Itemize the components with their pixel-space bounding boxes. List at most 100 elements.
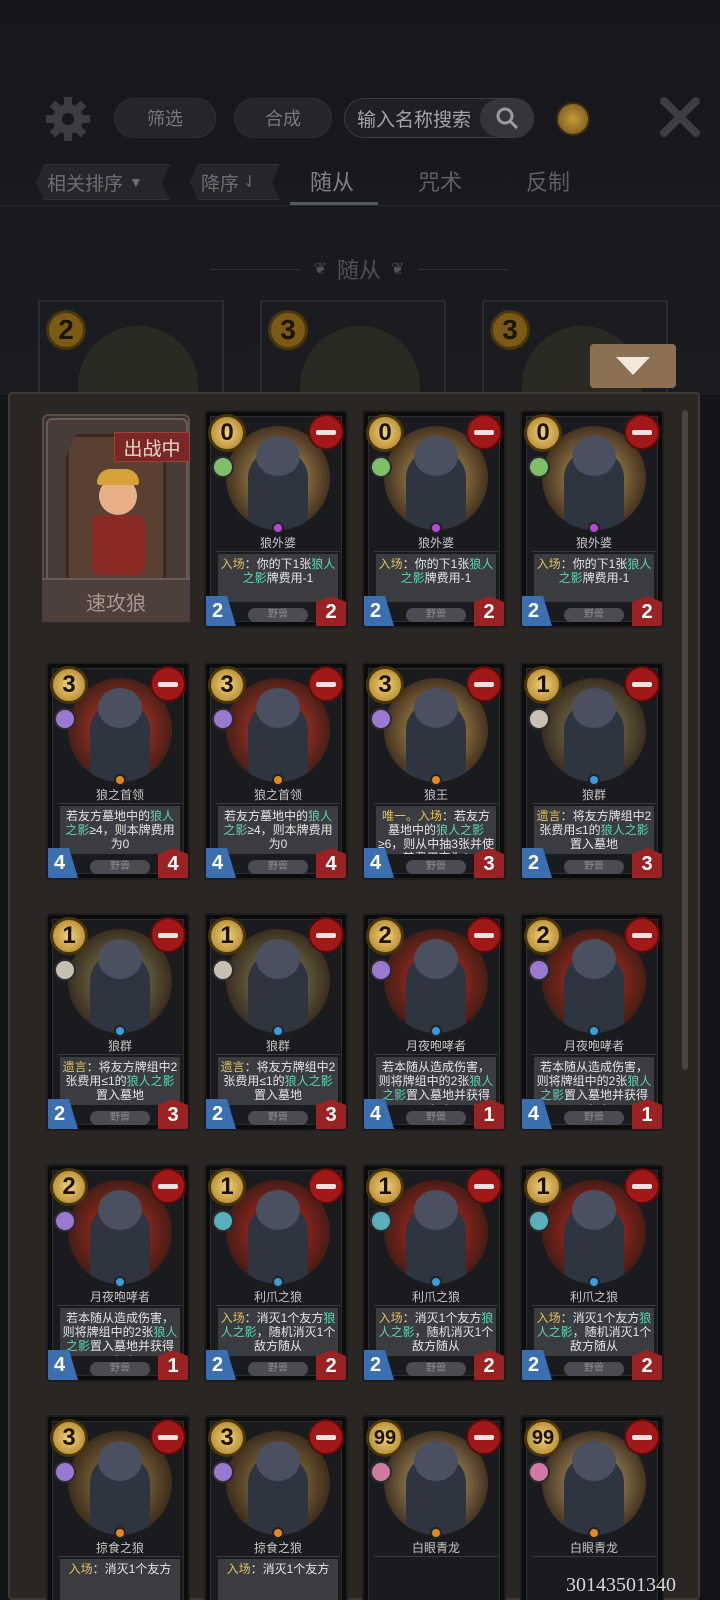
card-type-icon xyxy=(370,1461,392,1483)
rarity-gem xyxy=(272,1025,284,1037)
minion-card[interactable]: 1 狼群 遗言：将友方牌组中2张费用≤1的狼人之影置入墓地 野兽 2 3 xyxy=(520,662,664,880)
remove-card-button[interactable] xyxy=(466,1419,502,1455)
background-card[interactable]: 2 xyxy=(38,300,224,395)
card-name: 月夜咆哮者 xyxy=(58,1288,182,1306)
tab-spells[interactable]: 咒术 xyxy=(418,165,462,201)
health-stat: 1 xyxy=(632,1099,662,1129)
creature-head xyxy=(572,1441,616,1481)
close-icon[interactable] xyxy=(658,95,702,139)
minion-card[interactable]: 3 狼之首领 若友方墓地中的狼人之影≥4，则本牌费用为0 野兽 4 4 xyxy=(46,662,190,880)
collapse-deck-button[interactable] xyxy=(590,344,676,388)
card-description: 入场：消灭1个友方 xyxy=(60,1559,180,1600)
creature-head xyxy=(414,436,458,476)
minus-icon xyxy=(474,1434,494,1440)
card-type-icon xyxy=(212,1210,234,1232)
footer-code: 30143501340 xyxy=(566,1574,676,1596)
creature-head xyxy=(414,688,458,728)
remove-card-button[interactable] xyxy=(624,414,660,450)
minion-card[interactable]: 0 狼外婆 入场：你的下1张狼人之影牌费用-1 野兽 2 2 xyxy=(520,410,664,628)
minus-icon xyxy=(316,429,336,435)
active-deck[interactable]: 出战中 速攻狼 xyxy=(42,414,190,622)
gear-icon[interactable] xyxy=(44,95,92,143)
tab-divider xyxy=(0,205,720,206)
minion-card[interactable]: 99白眼青龙野兽 xyxy=(362,1415,506,1600)
card-cost: 3 xyxy=(208,666,246,704)
relevance-sort-dropdown[interactable]: 相关排序 ▼ xyxy=(36,164,170,200)
search-placeholder: 输入名称搜索 xyxy=(357,109,472,131)
minion-card[interactable]: 2 月夜咆哮者若本随从造成伤害，则将牌组中的2张狼人之影置入墓地并获得+1+1 野兽… xyxy=(520,913,664,1131)
currency-icon[interactable] xyxy=(556,102,590,136)
card-tribe-tag: 野兽 xyxy=(90,860,150,874)
rarity-gem xyxy=(272,522,284,534)
minion-card[interactable]: 2 月夜咆哮者若本随从造成伤害，则将牌组中的2张狼人之影置入墓地并获得+1+1 野兽… xyxy=(362,913,506,1131)
remove-card-button[interactable] xyxy=(624,1168,660,1204)
minion-card[interactable]: 1 狼群 遗言：将友方牌组中2张费用≤1的狼人之影置入墓地 野兽 2 3 xyxy=(204,913,348,1131)
card-tribe-tag: 野兽 xyxy=(564,608,624,622)
minion-card[interactable]: 1 狼群 遗言：将友方牌组中2张费用≤1的狼人之影置入墓地 野兽 2 3 xyxy=(46,913,190,1131)
chevron-down-icon: ▼ xyxy=(129,174,143,190)
craft-button[interactable]: 合成 xyxy=(234,98,332,138)
card-type-icon xyxy=(212,708,234,730)
remove-card-button[interactable] xyxy=(308,414,344,450)
descending-sort-button[interactable]: 降序 ⇃ xyxy=(190,164,280,200)
minus-icon xyxy=(632,681,652,687)
remove-card-button[interactable] xyxy=(466,1168,502,1204)
creature-head xyxy=(256,1190,300,1230)
card-cost: 1 xyxy=(50,917,88,955)
remove-card-button[interactable] xyxy=(466,666,502,702)
remove-card-button[interactable] xyxy=(150,917,186,953)
creature-head xyxy=(414,1441,458,1481)
remove-card-button[interactable] xyxy=(308,1419,344,1455)
tab-minions[interactable]: 随从 xyxy=(310,165,354,201)
health-stat: 1 xyxy=(158,1350,188,1380)
health-stat: 2 xyxy=(632,1350,662,1380)
search-icon xyxy=(496,107,519,130)
remove-card-button[interactable] xyxy=(150,1419,186,1455)
remove-card-button[interactable] xyxy=(624,917,660,953)
tab-counters[interactable]: 反制 xyxy=(526,165,570,201)
filter-button[interactable]: 筛选 xyxy=(114,98,216,138)
minion-card[interactable]: 1 利爪之狼 入场：消灭1个友方狼人之影，随机消灭1个敌方随从 野兽 2 2 xyxy=(204,1164,348,1382)
minion-card[interactable]: 3掠食之狼入场：消灭1个友方野兽 xyxy=(204,1415,348,1600)
minion-card[interactable]: 1 利爪之狼 入场：消灭1个友方狼人之影，随机消灭1个敌方随从 野兽 2 2 xyxy=(362,1164,506,1382)
card-tribe-tag: 野兽 xyxy=(90,1111,150,1125)
remove-card-button[interactable] xyxy=(466,414,502,450)
remove-card-button[interactable] xyxy=(150,666,186,702)
card-name: 白眼青龙 xyxy=(532,1539,656,1557)
search-button[interactable] xyxy=(480,99,534,137)
remove-card-button[interactable] xyxy=(308,917,344,953)
minion-card[interactable]: 3狼王唯一。入场：若友方墓地中的狼人之影≥6，则从中抽3张并使其费用变为0野兽4… xyxy=(362,662,506,880)
background-card[interactable]: 3 xyxy=(260,300,446,395)
minion-card[interactable]: 3 狼之首领 若友方墓地中的狼人之影≥4，则本牌费用为0 野兽 4 4 xyxy=(204,662,348,880)
minion-card[interactable]: 1 利爪之狼 入场：消灭1个友方狼人之影，随机消灭1个敌方随从 野兽 2 2 xyxy=(520,1164,664,1382)
remove-card-button[interactable] xyxy=(624,1419,660,1455)
minus-icon xyxy=(158,1434,178,1440)
minion-card[interactable]: 99白眼青龙野兽 xyxy=(520,1415,664,1600)
card-description: 若友方墓地中的狼人之影≥4，则本牌费用为0 xyxy=(60,806,180,854)
card-art xyxy=(78,326,198,393)
creature-head xyxy=(256,1441,300,1481)
card-type-icon xyxy=(212,959,234,981)
minion-card[interactable]: 2 月夜咆哮者若本随从造成伤害，则将牌组中的2张狼人之影置入墓地并获得+1+1 野兽… xyxy=(46,1164,190,1382)
creature-head xyxy=(98,688,142,728)
card-name: 狼群 xyxy=(216,1037,340,1055)
card-cost: 99 xyxy=(366,1419,404,1457)
card-cost: 99 xyxy=(524,1419,562,1457)
card-tribe-tag: 野兽 xyxy=(90,1362,150,1376)
minus-icon xyxy=(474,1183,494,1189)
card-description: 入场：你的下1张狼人之影牌费用-1 xyxy=(376,554,496,602)
remove-card-button[interactable] xyxy=(150,1168,186,1204)
remove-card-button[interactable] xyxy=(466,917,502,953)
minion-card[interactable]: 0 狼外婆 入场：你的下1张狼人之影牌费用-1 野兽 2 2 xyxy=(362,410,506,628)
card-cost: 3 xyxy=(268,310,308,350)
card-name: 利爪之狼 xyxy=(532,1288,656,1306)
remove-card-button[interactable] xyxy=(308,1168,344,1204)
remove-card-button[interactable] xyxy=(624,666,660,702)
minion-card[interactable]: 3掠食之狼入场：消灭1个友方野兽 xyxy=(46,1415,190,1600)
card-tribe-tag: 野兽 xyxy=(564,1362,624,1376)
remove-card-button[interactable] xyxy=(308,666,344,702)
card-type-icon xyxy=(370,959,392,981)
scrollbar[interactable] xyxy=(682,410,688,1070)
card-tribe-tag: 野兽 xyxy=(248,608,308,622)
minion-card[interactable]: 0 狼外婆 入场：你的下1张狼人之影牌费用-1 野兽 2 2 xyxy=(204,410,348,628)
